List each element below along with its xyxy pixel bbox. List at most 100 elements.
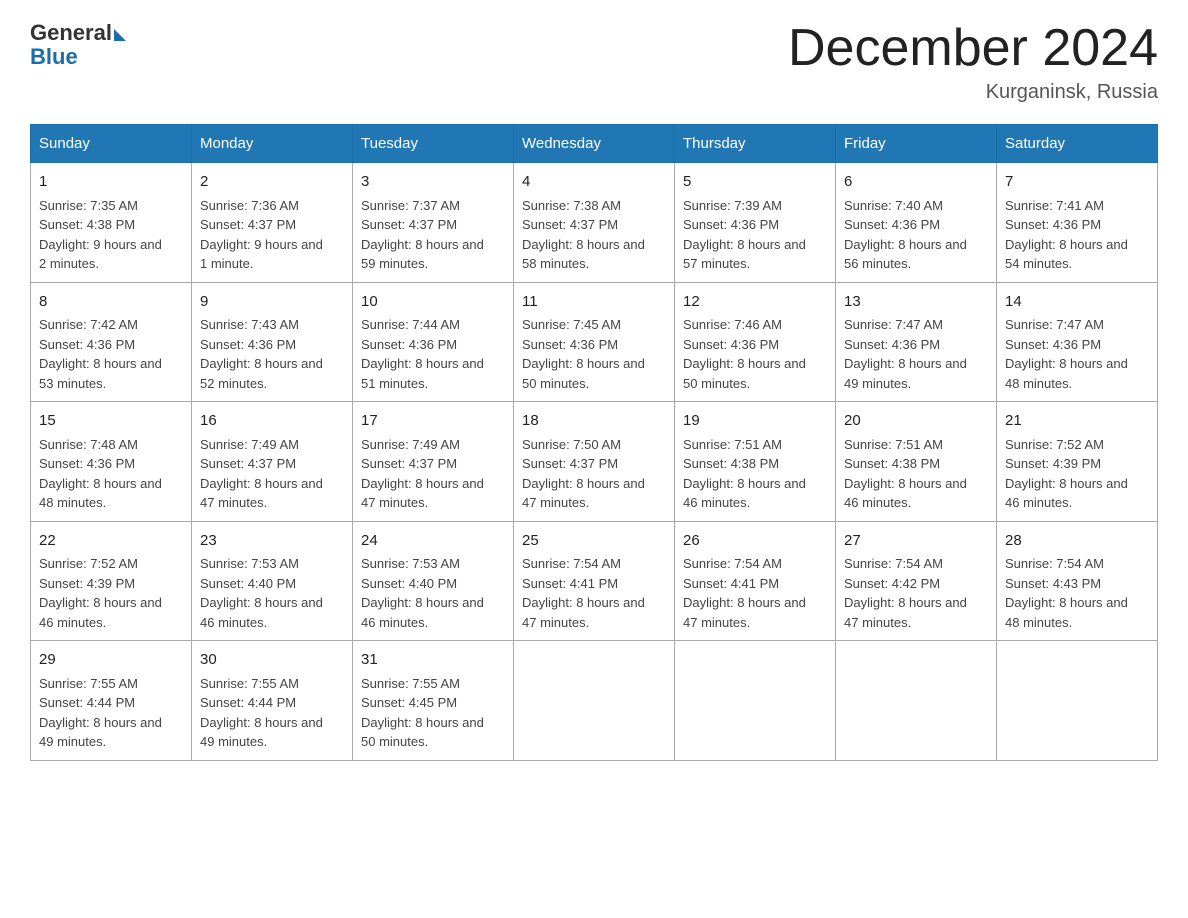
- day-info: Sunrise: 7:52 AM Sunset: 4:39 PM Dayligh…: [1005, 435, 1149, 513]
- calendar-header: SundayMondayTuesdayWednesdayThursdayFrid…: [31, 125, 1158, 163]
- logo-arrow-icon: [114, 29, 126, 41]
- calendar-cell: 16 Sunrise: 7:49 AM Sunset: 4:37 PM Dayl…: [192, 402, 353, 522]
- calendar-cell: 20 Sunrise: 7:51 AM Sunset: 4:38 PM Dayl…: [836, 402, 997, 522]
- calendar-cell: 26 Sunrise: 7:54 AM Sunset: 4:41 PM Dayl…: [675, 521, 836, 641]
- day-info: Sunrise: 7:55 AM Sunset: 4:44 PM Dayligh…: [39, 674, 183, 752]
- calendar-cell: 28 Sunrise: 7:54 AM Sunset: 4:43 PM Dayl…: [997, 521, 1158, 641]
- calendar-cell: 1 Sunrise: 7:35 AM Sunset: 4:38 PM Dayli…: [31, 163, 192, 283]
- calendar-week-2: 8 Sunrise: 7:42 AM Sunset: 4:36 PM Dayli…: [31, 282, 1158, 402]
- calendar-cell: [997, 641, 1158, 761]
- day-info: Sunrise: 7:53 AM Sunset: 4:40 PM Dayligh…: [200, 554, 344, 632]
- day-number: 6: [844, 171, 988, 194]
- calendar-cell: 27 Sunrise: 7:54 AM Sunset: 4:42 PM Dayl…: [836, 521, 997, 641]
- day-number: 10: [361, 291, 505, 314]
- logo: General Blue: [30, 20, 126, 70]
- day-header-friday: Friday: [836, 125, 997, 163]
- calendar-cell: 12 Sunrise: 7:46 AM Sunset: 4:36 PM Dayl…: [675, 282, 836, 402]
- calendar-cell: 9 Sunrise: 7:43 AM Sunset: 4:36 PM Dayli…: [192, 282, 353, 402]
- calendar-week-1: 1 Sunrise: 7:35 AM Sunset: 4:38 PM Dayli…: [31, 163, 1158, 283]
- calendar-cell: 14 Sunrise: 7:47 AM Sunset: 4:36 PM Dayl…: [997, 282, 1158, 402]
- day-info: Sunrise: 7:41 AM Sunset: 4:36 PM Dayligh…: [1005, 196, 1149, 274]
- day-info: Sunrise: 7:39 AM Sunset: 4:36 PM Dayligh…: [683, 196, 827, 274]
- day-info: Sunrise: 7:42 AM Sunset: 4:36 PM Dayligh…: [39, 315, 183, 393]
- calendar-cell: 10 Sunrise: 7:44 AM Sunset: 4:36 PM Dayl…: [353, 282, 514, 402]
- day-header-thursday: Thursday: [675, 125, 836, 163]
- day-number: 7: [1005, 171, 1149, 194]
- calendar-cell: 25 Sunrise: 7:54 AM Sunset: 4:41 PM Dayl…: [514, 521, 675, 641]
- day-number: 20: [844, 410, 988, 433]
- logo-blue-text: Blue: [30, 44, 78, 70]
- day-info: Sunrise: 7:47 AM Sunset: 4:36 PM Dayligh…: [844, 315, 988, 393]
- calendar-cell: 8 Sunrise: 7:42 AM Sunset: 4:36 PM Dayli…: [31, 282, 192, 402]
- day-info: Sunrise: 7:51 AM Sunset: 4:38 PM Dayligh…: [844, 435, 988, 513]
- calendar-table: SundayMondayTuesdayWednesdayThursdayFrid…: [30, 124, 1158, 761]
- day-number: 11: [522, 291, 666, 314]
- calendar-week-4: 22 Sunrise: 7:52 AM Sunset: 4:39 PM Dayl…: [31, 521, 1158, 641]
- day-number: 3: [361, 171, 505, 194]
- day-info: Sunrise: 7:37 AM Sunset: 4:37 PM Dayligh…: [361, 196, 505, 274]
- calendar-cell: 18 Sunrise: 7:50 AM Sunset: 4:37 PM Dayl…: [514, 402, 675, 522]
- month-title: December 2024: [788, 20, 1158, 77]
- day-number: 28: [1005, 530, 1149, 553]
- day-info: Sunrise: 7:45 AM Sunset: 4:36 PM Dayligh…: [522, 315, 666, 393]
- day-number: 16: [200, 410, 344, 433]
- day-number: 12: [683, 291, 827, 314]
- calendar-cell: 15 Sunrise: 7:48 AM Sunset: 4:36 PM Dayl…: [31, 402, 192, 522]
- calendar-cell: 4 Sunrise: 7:38 AM Sunset: 4:37 PM Dayli…: [514, 163, 675, 283]
- day-number: 1: [39, 171, 183, 194]
- day-number: 24: [361, 530, 505, 553]
- day-number: 25: [522, 530, 666, 553]
- day-info: Sunrise: 7:36 AM Sunset: 4:37 PM Dayligh…: [200, 196, 344, 274]
- day-number: 30: [200, 649, 344, 672]
- calendar-cell: [675, 641, 836, 761]
- title-block: December 2024 Kurganinsk, Russia: [788, 20, 1158, 104]
- calendar-cell: 6 Sunrise: 7:40 AM Sunset: 4:36 PM Dayli…: [836, 163, 997, 283]
- calendar-cell: 23 Sunrise: 7:53 AM Sunset: 4:40 PM Dayl…: [192, 521, 353, 641]
- calendar-cell: 3 Sunrise: 7:37 AM Sunset: 4:37 PM Dayli…: [353, 163, 514, 283]
- day-info: Sunrise: 7:49 AM Sunset: 4:37 PM Dayligh…: [200, 435, 344, 513]
- day-header-wednesday: Wednesday: [514, 125, 675, 163]
- day-header-saturday: Saturday: [997, 125, 1158, 163]
- calendar-cell: 13 Sunrise: 7:47 AM Sunset: 4:36 PM Dayl…: [836, 282, 997, 402]
- day-info: Sunrise: 7:38 AM Sunset: 4:37 PM Dayligh…: [522, 196, 666, 274]
- day-info: Sunrise: 7:55 AM Sunset: 4:44 PM Dayligh…: [200, 674, 344, 752]
- day-header-monday: Monday: [192, 125, 353, 163]
- calendar-cell: 19 Sunrise: 7:51 AM Sunset: 4:38 PM Dayl…: [675, 402, 836, 522]
- day-number: 26: [683, 530, 827, 553]
- calendar-cell: 22 Sunrise: 7:52 AM Sunset: 4:39 PM Dayl…: [31, 521, 192, 641]
- day-number: 21: [1005, 410, 1149, 433]
- calendar-cell: 17 Sunrise: 7:49 AM Sunset: 4:37 PM Dayl…: [353, 402, 514, 522]
- calendar-cell: 5 Sunrise: 7:39 AM Sunset: 4:36 PM Dayli…: [675, 163, 836, 283]
- day-info: Sunrise: 7:55 AM Sunset: 4:45 PM Dayligh…: [361, 674, 505, 752]
- day-info: Sunrise: 7:35 AM Sunset: 4:38 PM Dayligh…: [39, 196, 183, 274]
- calendar-cell: 29 Sunrise: 7:55 AM Sunset: 4:44 PM Dayl…: [31, 641, 192, 761]
- day-number: 9: [200, 291, 344, 314]
- day-number: 15: [39, 410, 183, 433]
- day-number: 2: [200, 171, 344, 194]
- day-info: Sunrise: 7:46 AM Sunset: 4:36 PM Dayligh…: [683, 315, 827, 393]
- day-info: Sunrise: 7:53 AM Sunset: 4:40 PM Dayligh…: [361, 554, 505, 632]
- calendar-cell: 31 Sunrise: 7:55 AM Sunset: 4:45 PM Dayl…: [353, 641, 514, 761]
- day-number: 23: [200, 530, 344, 553]
- day-info: Sunrise: 7:52 AM Sunset: 4:39 PM Dayligh…: [39, 554, 183, 632]
- day-info: Sunrise: 7:54 AM Sunset: 4:42 PM Dayligh…: [844, 554, 988, 632]
- calendar-week-5: 29 Sunrise: 7:55 AM Sunset: 4:44 PM Dayl…: [31, 641, 1158, 761]
- day-number: 18: [522, 410, 666, 433]
- day-info: Sunrise: 7:54 AM Sunset: 4:41 PM Dayligh…: [683, 554, 827, 632]
- calendar-cell: 11 Sunrise: 7:45 AM Sunset: 4:36 PM Dayl…: [514, 282, 675, 402]
- calendar-cell: 30 Sunrise: 7:55 AM Sunset: 4:44 PM Dayl…: [192, 641, 353, 761]
- calendar-cell: 7 Sunrise: 7:41 AM Sunset: 4:36 PM Dayli…: [997, 163, 1158, 283]
- day-info: Sunrise: 7:54 AM Sunset: 4:41 PM Dayligh…: [522, 554, 666, 632]
- day-number: 27: [844, 530, 988, 553]
- day-number: 8: [39, 291, 183, 314]
- day-number: 5: [683, 171, 827, 194]
- day-info: Sunrise: 7:48 AM Sunset: 4:36 PM Dayligh…: [39, 435, 183, 513]
- calendar-cell: 2 Sunrise: 7:36 AM Sunset: 4:37 PM Dayli…: [192, 163, 353, 283]
- calendar-body: 1 Sunrise: 7:35 AM Sunset: 4:38 PM Dayli…: [31, 163, 1158, 761]
- day-info: Sunrise: 7:51 AM Sunset: 4:38 PM Dayligh…: [683, 435, 827, 513]
- day-number: 19: [683, 410, 827, 433]
- day-info: Sunrise: 7:54 AM Sunset: 4:43 PM Dayligh…: [1005, 554, 1149, 632]
- calendar-cell: [836, 641, 997, 761]
- calendar-cell: 21 Sunrise: 7:52 AM Sunset: 4:39 PM Dayl…: [997, 402, 1158, 522]
- calendar-cell: 24 Sunrise: 7:53 AM Sunset: 4:40 PM Dayl…: [353, 521, 514, 641]
